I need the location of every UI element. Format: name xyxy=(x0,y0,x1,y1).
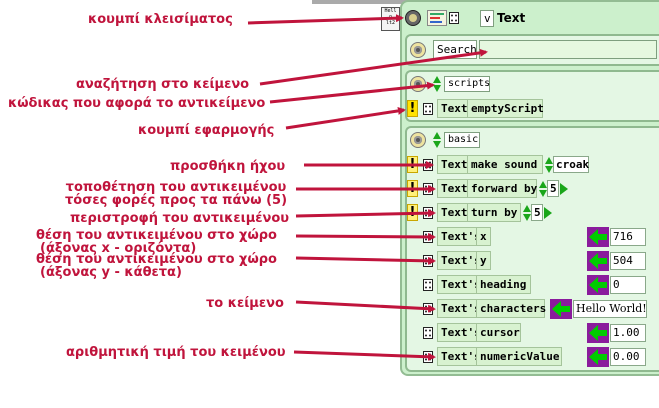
turn-arg[interactable]: 5 xyxy=(531,204,543,221)
value-y[interactable]: 504 xyxy=(610,252,646,270)
dice-icon[interactable] xyxy=(423,231,433,243)
tile-receiver[interactable]: Text's xyxy=(437,299,481,318)
annotation-move-forward-line2: τόσες φορές προς τα πάνω (5) xyxy=(64,193,288,208)
search-label: Search xyxy=(433,40,477,59)
annotation-apply-button: κουμπί εφαρμογής xyxy=(138,123,275,138)
sound-arg[interactable]: croak xyxy=(553,156,589,173)
arrow-close xyxy=(247,14,404,25)
forward-arg[interactable]: 5 xyxy=(547,180,559,197)
dice-icon[interactable] xyxy=(449,12,459,24)
run-button[interactable]: ! xyxy=(407,156,418,173)
increment-arrow-icon[interactable] xyxy=(544,207,552,219)
tile-receiver[interactable]: Text's xyxy=(437,227,481,246)
tile-receiver[interactable]: Text xyxy=(437,155,468,174)
run-button[interactable]: ! xyxy=(407,204,418,221)
dice-icon[interactable] xyxy=(423,183,433,195)
assign-arrow-icon[interactable] xyxy=(587,227,609,247)
tile-property-y[interactable]: y xyxy=(476,251,491,270)
value-cursor[interactable]: 1.00 xyxy=(610,324,646,342)
basic-menu-button[interactable] xyxy=(410,132,426,148)
apply-button[interactable]: ! xyxy=(407,100,418,117)
value-heading[interactable]: 0 xyxy=(610,276,646,294)
tile-turn-by[interactable]: turn by xyxy=(467,203,521,222)
value-x[interactable]: 716 xyxy=(610,228,646,246)
value-arrows-icon[interactable] xyxy=(539,181,547,197)
tile-property-x[interactable]: x xyxy=(476,227,491,246)
object-thumbnail[interactable]: Hell o lt2 xyxy=(381,7,400,31)
increment-arrow-icon[interactable] xyxy=(560,183,568,195)
tile-receiver[interactable]: Text's xyxy=(437,347,481,366)
tile-property-cursor[interactable]: cursor xyxy=(476,323,521,342)
object-title: Text xyxy=(497,11,526,25)
annotation-pos-y-line2: (άξονας y - κάθετα) xyxy=(40,265,182,280)
category-arrows-icon[interactable] xyxy=(433,76,441,92)
annotation-object-code: κώδικας που αφορά το αντικείμενο xyxy=(8,96,266,111)
annotation-add-sound: προσθήκη ήχου xyxy=(170,159,286,174)
tile-receiver[interactable]: Text xyxy=(437,203,468,222)
dice-icon[interactable] xyxy=(423,103,433,115)
tile-property-characters[interactable]: characters xyxy=(476,299,546,318)
tile-receiver[interactable]: Text's xyxy=(437,251,481,270)
tile-receiver[interactable]: Text's xyxy=(437,275,481,294)
annotation-close-button: κουμπί κλεισίματος xyxy=(88,12,233,27)
category-selector-basic[interactable]: basic xyxy=(444,132,480,148)
dice-icon[interactable] xyxy=(423,159,433,171)
annotation-rotate: περιστροφή του αντικειμένου xyxy=(70,211,290,226)
assign-arrow-icon[interactable] xyxy=(550,299,572,319)
tile-property-heading[interactable]: heading xyxy=(476,275,531,294)
dice-icon[interactable] xyxy=(423,351,433,363)
dice-icon[interactable] xyxy=(423,207,433,219)
value-characters[interactable]: Hello World! xyxy=(573,300,647,318)
assign-arrow-icon[interactable] xyxy=(587,347,609,367)
dice-icon[interactable] xyxy=(423,327,433,339)
dice-icon[interactable] xyxy=(423,255,433,267)
object-menu-icon[interactable] xyxy=(427,10,447,26)
annotation-search-text: αναζήτηση στο κείμενο xyxy=(76,77,250,92)
run-button[interactable]: ! xyxy=(407,180,418,197)
tile-receiver[interactable]: Text xyxy=(437,99,468,118)
value-arrows-icon[interactable] xyxy=(523,205,531,221)
annotation-numeric-value: αριθμητική τιμή του κειμένου xyxy=(66,345,286,360)
assign-arrow-icon[interactable] xyxy=(587,323,609,343)
tile-forward-by[interactable]: forward by xyxy=(467,179,537,198)
tile-empty-script[interactable]: emptyScript xyxy=(467,99,544,118)
thumbnail-text-3: lt2 xyxy=(385,20,396,26)
tile-property-numeric-value[interactable]: numericValue xyxy=(476,347,562,366)
close-button[interactable] xyxy=(405,10,421,26)
value-arrows-icon[interactable] xyxy=(545,157,553,173)
assign-arrow-icon[interactable] xyxy=(587,251,609,271)
scripts-menu-button[interactable] xyxy=(410,76,426,92)
tile-receiver[interactable]: Text xyxy=(437,179,468,198)
category-arrows-icon[interactable] xyxy=(433,132,441,148)
category-selector-scripts[interactable]: scripts xyxy=(444,76,490,92)
dice-icon[interactable] xyxy=(423,279,433,291)
dice-icon[interactable] xyxy=(423,303,433,315)
tile-receiver[interactable]: Text's xyxy=(437,323,481,342)
search-input[interactable] xyxy=(479,40,657,59)
tile-make-sound[interactable]: make sound xyxy=(467,155,543,174)
menu-button[interactable]: v xyxy=(480,10,494,27)
annotation-the-text: το κείμενο xyxy=(206,296,284,311)
search-menu-button[interactable] xyxy=(410,42,426,58)
value-numeric[interactable]: 0.00 xyxy=(610,348,646,366)
arrow-apply xyxy=(285,106,406,130)
assign-arrow-icon[interactable] xyxy=(587,275,609,295)
